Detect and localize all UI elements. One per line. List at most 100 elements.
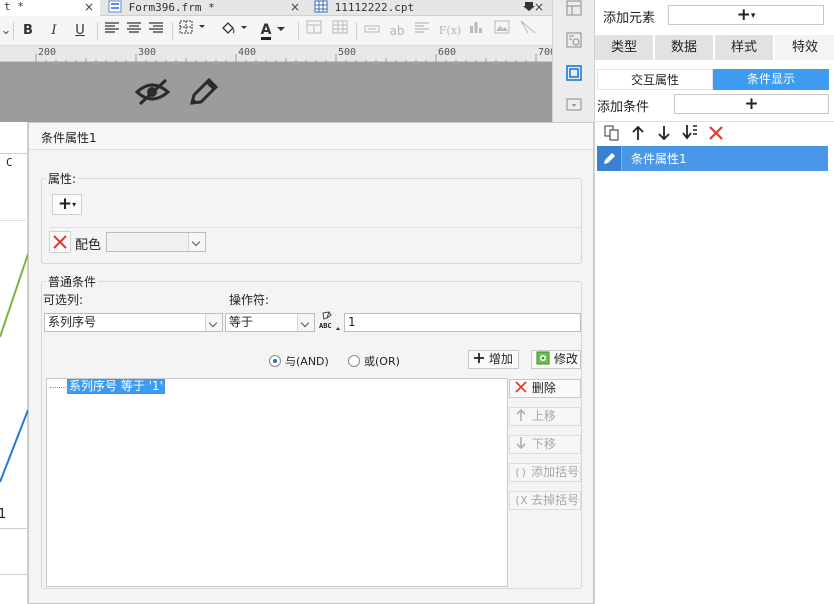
column-select[interactable]: 系列序号 bbox=[44, 313, 223, 332]
file-tab-cpt[interactable]: 11112222.cpt × bbox=[310, 0, 552, 16]
dialog-title: 条件属性1 bbox=[41, 131, 97, 145]
modify-condition-button[interactable]: 修改 bbox=[531, 350, 581, 369]
delete-icon bbox=[53, 235, 67, 249]
close-icon[interactable]: × bbox=[290, 0, 300, 14]
tab-interaction-attr[interactable]: 交互属性 bbox=[597, 69, 713, 90]
ruler-mark: 400 bbox=[238, 47, 257, 58]
property-panel: 添加元素 +▾ 类型 数据 样式 特效 交互属性 条件显示 添加条件 + 条件属… bbox=[594, 0, 834, 604]
color-scheme-select[interactable] bbox=[106, 232, 206, 252]
design-canvas-overlay bbox=[0, 62, 552, 122]
canvas-column-label: C bbox=[6, 156, 13, 169]
merge-cells-icon[interactable] bbox=[304, 20, 324, 42]
condition-entry[interactable]: 系列序号 等于 '1' bbox=[67, 379, 165, 394]
underline-button[interactable]: U bbox=[70, 20, 90, 42]
add-condition-button[interactable]: 增加 bbox=[468, 350, 519, 369]
condition-list-item[interactable]: 条件属性1 bbox=[597, 146, 828, 171]
add-attribute-button[interactable]: +▾ bbox=[52, 194, 82, 215]
align-center-icon[interactable] bbox=[125, 20, 143, 42]
file-tab-label: t * bbox=[4, 0, 24, 13]
chart-icon[interactable] bbox=[466, 20, 486, 42]
hide-eye-icon[interactable] bbox=[134, 76, 174, 108]
radio-or[interactable] bbox=[348, 355, 360, 367]
table-grid-icon[interactable] bbox=[330, 20, 350, 42]
formula-button[interactable]: F(x) bbox=[438, 20, 462, 42]
tab-type[interactable]: 类型 bbox=[595, 35, 653, 60]
bold-button[interactable]: B bbox=[18, 20, 38, 42]
file-tab-label: Form396.frm * bbox=[128, 1, 215, 14]
border-icon[interactable] bbox=[178, 20, 210, 42]
tab-effects[interactable]: 特效 bbox=[775, 35, 834, 60]
slash-cell-icon[interactable] bbox=[518, 20, 538, 42]
ruler-mark: 300 bbox=[138, 47, 157, 58]
widget-settings-icon[interactable] bbox=[564, 32, 584, 50]
remove-bracket-button[interactable]: (X 去掉括号 bbox=[509, 491, 581, 510]
radio-and-label: 与(AND) bbox=[285, 355, 329, 368]
align-left-icon[interactable] bbox=[103, 20, 121, 42]
fill-color-icon[interactable] bbox=[218, 20, 252, 42]
report-body-icon[interactable] bbox=[564, 96, 584, 114]
common-condition-label: 普通条件 bbox=[46, 273, 99, 290]
condition-value-input[interactable]: 1 bbox=[344, 313, 581, 332]
ruler-mark: 600 bbox=[438, 47, 457, 58]
text-field-icon[interactable] bbox=[362, 20, 382, 42]
remove-bracket-icon: (X bbox=[514, 494, 528, 507]
modify-icon bbox=[536, 351, 550, 365]
add-condition-button[interactable]: + bbox=[674, 94, 829, 114]
italic-button[interactable]: I bbox=[44, 20, 64, 42]
report-file-icon bbox=[314, 0, 328, 13]
delete-icon bbox=[515, 381, 527, 393]
condition-list-box[interactable]: 系列序号 等于 '1' bbox=[46, 378, 508, 587]
column-label: 可选列: bbox=[43, 293, 84, 307]
image-icon[interactable] bbox=[492, 20, 512, 42]
chart-preview-lines bbox=[0, 253, 28, 483]
operator-select[interactable]: 等于 bbox=[225, 313, 315, 332]
file-tab-form396[interactable]: Form396.frm * × bbox=[102, 0, 306, 16]
operator-label: 操作符: bbox=[229, 293, 270, 307]
radio-and[interactable] bbox=[269, 355, 281, 367]
ruler-mark: 500 bbox=[338, 47, 357, 58]
attribute-name-color: 配色 bbox=[75, 238, 102, 253]
format-toolbar: ⌄ B I U A ab F(x) bbox=[0, 16, 552, 46]
add-element-button[interactable]: +▾ bbox=[668, 5, 824, 25]
horizontal-ruler: 200 300 400 500 600 700 bbox=[0, 46, 556, 62]
move-up-button[interactable]: 上移 bbox=[509, 407, 581, 426]
file-tab-current[interactable]: t * × bbox=[0, 0, 100, 16]
bracket-icon: () bbox=[514, 466, 528, 479]
move-down-icon bbox=[516, 437, 526, 450]
tab-data[interactable]: 数据 bbox=[655, 35, 713, 60]
delete-condition-button[interactable]: 删除 bbox=[509, 379, 581, 398]
edit-pencil-icon[interactable] bbox=[186, 76, 220, 108]
move-up-icon[interactable] bbox=[631, 125, 645, 141]
text-ab-button[interactable]: ab bbox=[386, 20, 408, 42]
tab-style[interactable]: 样式 bbox=[715, 35, 773, 60]
close-icon[interactable]: × bbox=[84, 0, 94, 14]
ruler-mark: 200 bbox=[38, 47, 57, 58]
attribute-group-label: 属性: bbox=[46, 170, 79, 187]
component-frame-icon[interactable] bbox=[564, 64, 584, 82]
add-bracket-button[interactable]: () 添加括号 bbox=[509, 463, 581, 482]
file-tab-label: 11112222.cpt bbox=[334, 1, 415, 14]
add-condition-label: 添加条件 bbox=[597, 100, 650, 115]
canvas-left-strip: C ⁨1 bbox=[0, 122, 28, 604]
copy-icon[interactable] bbox=[604, 125, 620, 141]
font-size-dropdown-arrow[interactable]: ⌄ bbox=[0, 20, 12, 42]
file-tab-strip: t * × Form396.frm * × 11112222.cpt × bbox=[0, 0, 552, 16]
form-file-icon bbox=[108, 0, 122, 13]
plus-icon bbox=[474, 353, 484, 363]
tab-conditional-display[interactable]: 条件显示 bbox=[713, 69, 829, 90]
align-right-icon[interactable] bbox=[147, 20, 165, 42]
layout-panel-icon[interactable] bbox=[564, 0, 584, 18]
move-bottom-icon[interactable] bbox=[681, 124, 699, 142]
canvas-row-label: ⁨1 bbox=[0, 507, 7, 522]
edit-pencil-icon[interactable] bbox=[602, 151, 617, 166]
value-type-button[interactable]: ABC bbox=[318, 310, 342, 334]
move-up-icon bbox=[516, 408, 526, 421]
remove-attribute-button[interactable] bbox=[49, 231, 71, 253]
paragraph-icon[interactable] bbox=[412, 20, 432, 42]
move-down-icon[interactable] bbox=[657, 125, 671, 141]
font-color-button[interactable]: A bbox=[256, 20, 292, 42]
dropdown-arrow-icon[interactable] bbox=[523, 0, 541, 12]
move-down-button[interactable]: 下移 bbox=[509, 435, 581, 454]
condition-attribute-dialog: 条件属性1 属性: +▾ 配色 普通条件 可选列: 操作符: 系列序号 等于 A… bbox=[28, 122, 594, 604]
delete-icon[interactable] bbox=[708, 125, 724, 141]
